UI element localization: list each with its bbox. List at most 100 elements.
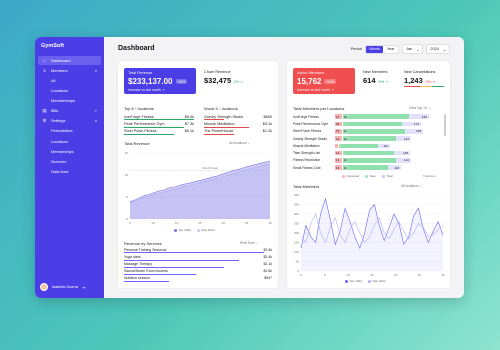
app-window: GymSoft ⌂ Dashboard ☺ Members v All Locatio… (35, 37, 464, 298)
new-cancellations-kpi: New Cancellations 1,243 +6% ↗ (404, 70, 444, 88)
new-cell: 11 (342, 128, 349, 134)
sidebar-item-membeships[interactable]: Membeships (38, 147, 101, 156)
year-select[interactable]: 2024 ⌄ (426, 44, 450, 54)
sidebar-item-label: Locations (51, 138, 69, 144)
list-item: The PowerHouse $1.2k (204, 127, 272, 135)
list-item-value: $2.9k (263, 247, 272, 252)
list-item-value: $8.4k (184, 114, 194, 119)
total-revenue-filter[interactable]: All locations ⌄ (229, 141, 250, 145)
sidebar-item-services[interactable]: Services (38, 157, 101, 166)
table-row: Fitness Revolution 11 10 142 (293, 157, 441, 164)
sidebar-item-members[interactable]: ☺ Members v (38, 66, 101, 75)
list-item-value: $7.3k (184, 121, 194, 126)
x-tick-label: 20 (394, 273, 398, 277)
list-item-value: $2.4k (263, 254, 272, 259)
legend-item: Jan 2024 (345, 279, 362, 283)
filter-value: Real Time (240, 241, 255, 245)
table-cell-name: Peak Performance Gym (293, 121, 329, 126)
sidebar: GymSoft ⌂ Dashboard ☺ Members v All Locatio… (35, 37, 104, 298)
table-row: Peak Performance Gym 26 174 (293, 120, 441, 127)
y-tick-label: 250 (294, 222, 299, 226)
list-item-value: $1.2k (262, 128, 272, 133)
legend-item: Jan 2024 (174, 228, 191, 232)
x-tick-label: 05 (152, 221, 156, 225)
table-row: Muscle Meditation 111 (293, 142, 441, 149)
user-profile[interactable]: Isabella Guerra ⇥ (40, 283, 85, 291)
period-option-year[interactable]: Year (383, 46, 398, 53)
list-item: Nutrition session $947 (124, 275, 272, 282)
table-row: Gravity Strength Studio 15 12 142 (293, 135, 441, 142)
kpi-label: New Cancellations (404, 70, 436, 74)
table-cell-name: Small Fitness Club (293, 165, 321, 170)
kpi-label: Active Members (297, 71, 325, 75)
sidebar-item-bills[interactable]: ▤ Bills > (38, 106, 101, 115)
legend-item: Canceled (342, 174, 359, 178)
canceled-cell: 15 (335, 136, 342, 141)
legend-label: Jan 2024 (349, 279, 362, 283)
canceled-cell: 15 (335, 128, 342, 134)
y-tick-label: 300 (294, 212, 299, 216)
period-option-month[interactable]: Month (365, 45, 384, 53)
x-tick-label: 15 (198, 221, 202, 225)
list-item-name: Sauna/Steam Room Access (124, 269, 168, 274)
revenue-by-services-filter[interactable]: Real Time ⌄ (240, 241, 259, 245)
chevron-down-icon: ⌄ (416, 47, 420, 52)
chevron-down-icon: ⌄ (419, 184, 423, 188)
list-item-name: Muscle Meditation (204, 121, 235, 126)
total-cell: 168 (349, 128, 423, 134)
sidebar-item-settings[interactable]: ⚙ Settings v (38, 117, 101, 126)
sidebar-item-dashboard[interactable]: ⌂ Dashboard (38, 56, 101, 65)
x-tick-label: 0 (300, 273, 302, 277)
kpi-subtext: Increase vs last month ↗ (128, 87, 165, 92)
list-item-name: The PowerHouse (204, 128, 234, 133)
y-tick-label: 350 (294, 203, 299, 207)
sidebar-item-periodicities[interactable]: Periodicities (38, 127, 101, 136)
home-icon: ⌂ (43, 57, 46, 63)
sidebar-item-memberships[interactable]: Memberships (38, 96, 101, 105)
list-item-name: Gravity Strength Studio (204, 114, 244, 119)
list-item: Steel Pulse Fitness $6.1k (124, 127, 194, 135)
goal-annotation: Month Goal (202, 166, 218, 170)
file-icon: ▤ (42, 108, 47, 114)
list-item: Sauna/Steam Room Access $1.5k (124, 268, 272, 275)
sidebar-item-all[interactable]: All (38, 76, 101, 85)
year-select-value: 2024 (430, 46, 439, 51)
total-cell: 174 (345, 121, 421, 127)
revenue-card: Total Revenue $233,137.00 +32% Increase v… (118, 61, 278, 288)
y-tick-label: 100 (294, 250, 299, 254)
kpi-value: $233,137.00 (128, 77, 173, 86)
kpi-value: $32,475 (204, 76, 232, 85)
view-label: View (409, 106, 417, 110)
sidebar-item-label: Periodicities (51, 128, 73, 134)
total-cell: 111 (341, 143, 390, 149)
sidebar-item-settings-locations[interactable]: Locations (38, 137, 101, 146)
top-locations-title: Top 5 ↑ locations (124, 106, 154, 111)
list-item-name: Yoga class (124, 254, 141, 259)
legend-item: Total (381, 174, 393, 178)
list-item: Gravity Strength Studio $850 (204, 113, 272, 121)
x-tick-label: 25 (418, 273, 422, 277)
filter-value: All locations (401, 184, 419, 188)
canceled-cell: 26 (335, 121, 342, 127)
kpi-subtext: Increase vs last month ↗ (297, 87, 334, 92)
y-tick-label: 15 (125, 151, 129, 155)
table-scrollbar[interactable] (444, 114, 446, 136)
main-content: Dashboard Period Month Year Jan ⌄ 2024 ⌄ T… (104, 37, 464, 298)
sidebar-item-locations[interactable]: Locations (38, 86, 101, 95)
x-tick-label: 25 (245, 221, 249, 225)
avatar (40, 283, 48, 291)
list-item: IronForge Fitness $8.4k (124, 113, 194, 121)
total-members-filter[interactable]: All locations ⌄ (401, 184, 422, 188)
sidebar-item-data-feed[interactable]: Data feed (38, 167, 101, 176)
legend-item: May 2024 (367, 279, 386, 283)
logout-icon[interactable]: ⇥ (82, 285, 85, 290)
legend-label: May 2024 (372, 279, 386, 283)
y-tick-label: 0 (126, 217, 128, 221)
sidebar-item-label: All (51, 77, 56, 83)
legend-label: Canceled (346, 174, 360, 178)
month-select[interactable]: Jan ⌄ (402, 44, 424, 54)
members-view-select[interactable]: View Top 10 ⌄ (409, 106, 431, 110)
gear-icon: ⚙ (42, 118, 47, 124)
legend-item: New (365, 174, 376, 178)
legend-label: Jan 2024 (178, 228, 191, 232)
